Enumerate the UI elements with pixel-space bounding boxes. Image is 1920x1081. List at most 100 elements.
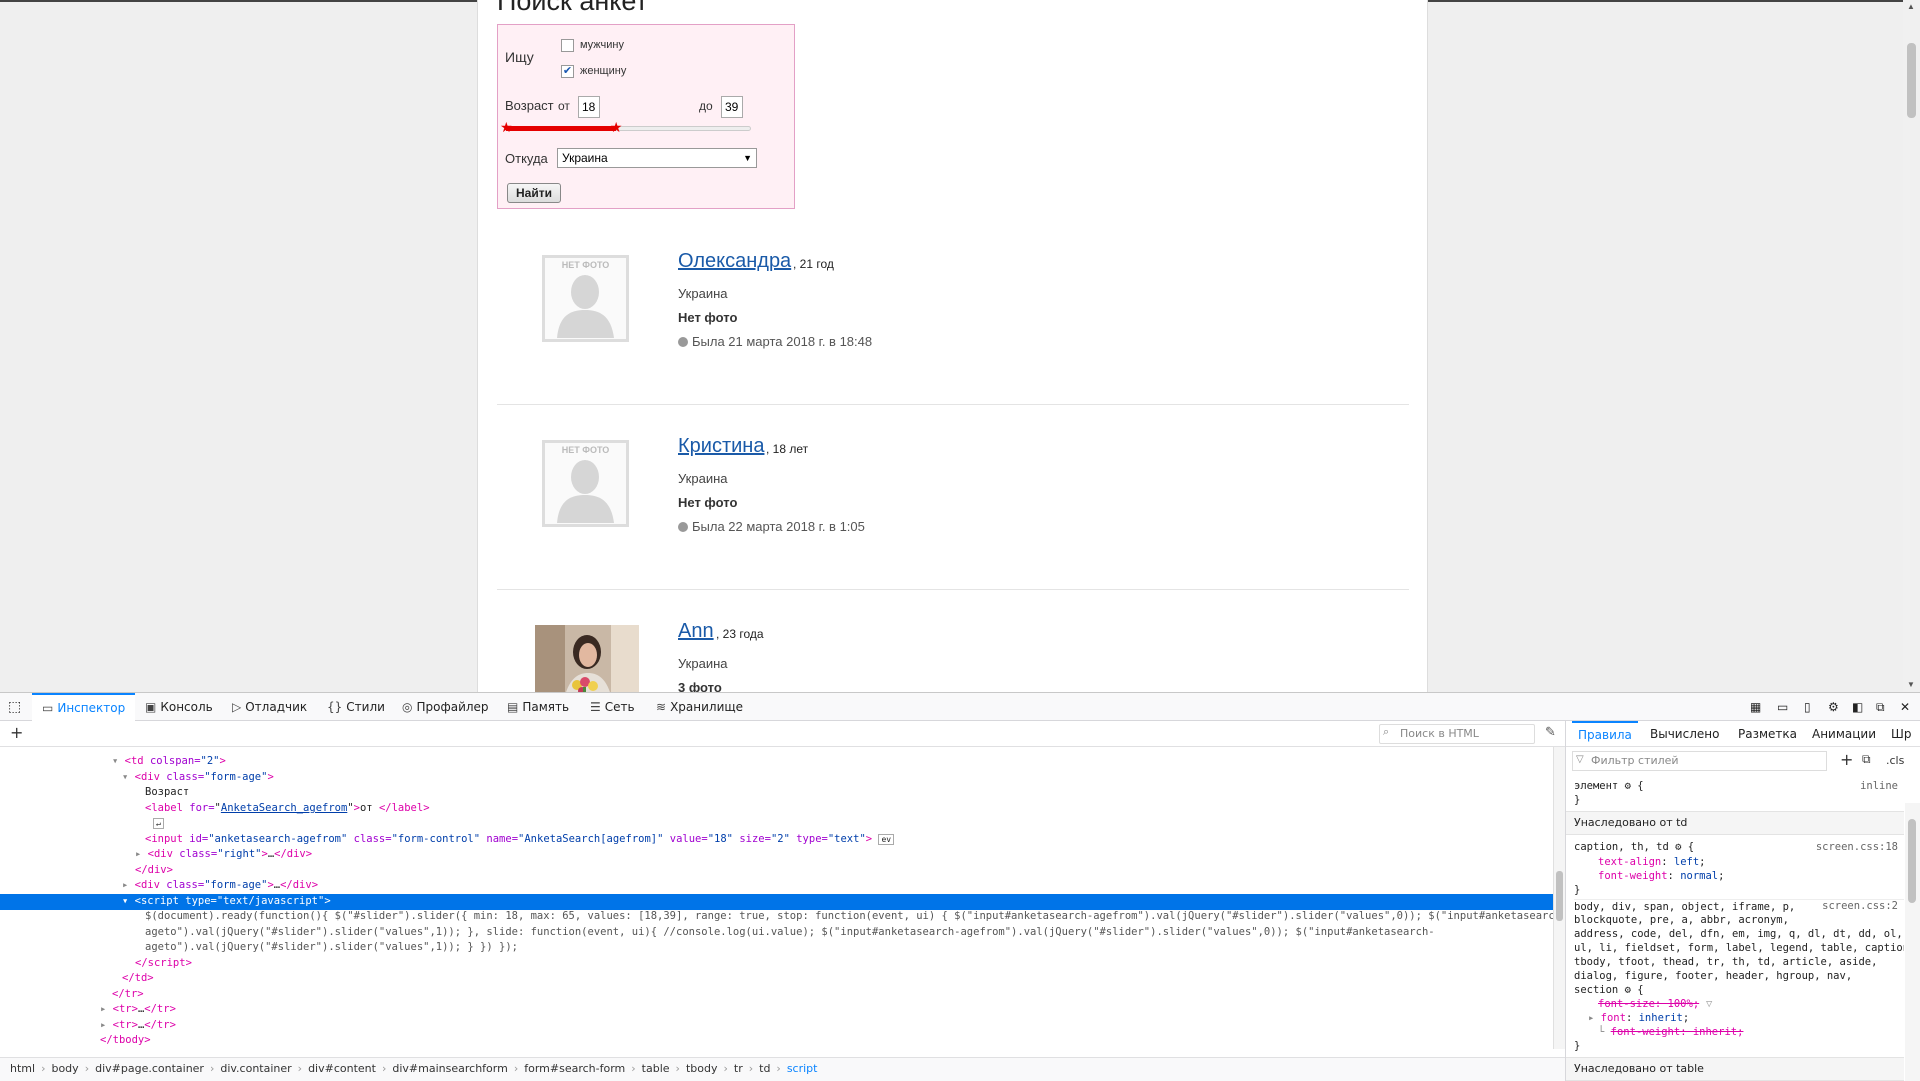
profile-name-link[interactable]: Олександра (678, 250, 791, 273)
breadcrumb-item[interactable]: tr (734, 1062, 743, 1075)
rules-scrollbar-thumb[interactable] (1908, 819, 1916, 903)
markup-line[interactable]: </div> (0, 863, 1553, 879)
markup-line[interactable]: ▸ <div class="right">…</div> (0, 847, 1553, 863)
markup-line[interactable]: </tbody> (0, 1033, 1553, 1049)
markup-line[interactable]: ▸ <tr>…</tr> (0, 1002, 1553, 1018)
age-from-input[interactable]: 18 (578, 96, 600, 118)
markup-scrollbar-thumb[interactable] (1556, 871, 1563, 921)
breadcrumb-item[interactable]: table (642, 1062, 670, 1075)
add-rule-icon[interactable]: + (1840, 750, 1853, 769)
expand-toggle-icon[interactable]: ▾ (112, 755, 118, 767)
find-button[interactable]: Найти (507, 183, 561, 203)
age-slider-handle-from[interactable]: ★ (500, 120, 513, 134)
tab-layout[interactable]: Разметка (1738, 721, 1797, 747)
markup-line[interactable]: ▾ <td colspan="2"> (0, 754, 1553, 770)
overridden-declaration[interactable]: font-size: 100%; (1598, 997, 1699, 1011)
tab-console[interactable]: ▣ Консоль (145, 693, 213, 721)
rule-declaration[interactable]: font-weight: normal; (1598, 869, 1724, 883)
country-select[interactable]: Украина ▼ (557, 148, 757, 168)
profile-country: Украина (678, 471, 728, 486)
rules-scrollbar[interactable] (1905, 803, 1920, 1081)
inherited-header: Унаследовано от table (1566, 1057, 1904, 1081)
markup-line[interactable]: ↵ (0, 816, 1553, 832)
breadcrumb-item[interactable]: tbody (686, 1062, 718, 1075)
frame-select-icon[interactable]: ▦ (1750, 693, 1761, 721)
rule-source-link[interactable]: screen.css:18 (1816, 840, 1898, 854)
tab-network[interactable]: ☰ Сеть (590, 693, 635, 721)
tab-inspector[interactable]: ▭ Инспектор (32, 693, 136, 721)
tab-memory[interactable]: ▤ Память (507, 693, 569, 721)
split-console-icon[interactable]: ▭ (1777, 693, 1788, 721)
markup-scrollbar[interactable] (1553, 747, 1565, 1049)
age-slider-handle-to[interactable]: ★ (610, 120, 623, 134)
breadcrumb-item[interactable]: html (10, 1062, 35, 1075)
markup-line[interactable]: ▾ <div class="form-age"> (0, 770, 1553, 786)
breadcrumb-item[interactable]: form#search-form (524, 1062, 625, 1075)
last-seen-text: Была 22 марта 2018 г. в 1:05 (692, 519, 865, 534)
breadcrumb-item[interactable]: div#page.container (95, 1062, 204, 1075)
expand-toggle-icon[interactable]: ▸ (135, 848, 141, 860)
breadcrumb-item[interactable]: div.container (220, 1062, 291, 1075)
tab-rules[interactable]: Правила (1572, 721, 1638, 747)
tab-storage[interactable]: ≋ Хранилище (656, 693, 743, 721)
tab-style-editor[interactable]: {} Стили (327, 693, 385, 721)
expand-toggle-icon[interactable]: ▸ (122, 879, 128, 891)
breadcrumb-item[interactable]: div#content (308, 1062, 376, 1075)
cls-toggle[interactable]: .cls (1886, 754, 1904, 767)
tab-computed[interactable]: Вычислено (1650, 721, 1719, 747)
event-badge-icon[interactable]: ev (878, 834, 895, 845)
tab-fonts[interactable]: Шр (1891, 721, 1911, 747)
html-search-input[interactable]: Поиск в HTML (1379, 724, 1535, 744)
tab-animations[interactable]: Анимации (1812, 721, 1876, 747)
eyedropper-icon[interactable]: ✎ (1545, 725, 1556, 740)
markup-line[interactable]: </script> (0, 956, 1553, 972)
markup-line[interactable]: Возраст (0, 785, 1553, 801)
tab-debugger[interactable]: ▷ Отладчик (232, 693, 307, 721)
male-checkbox[interactable] (561, 39, 574, 52)
close-devtools-icon[interactable]: ✕ (1900, 693, 1910, 721)
profile-name-link[interactable]: Кристина (678, 435, 764, 458)
markup-line[interactable]: </tr> (0, 987, 1553, 1003)
element-picker-icon[interactable]: ⬚ (8, 693, 21, 721)
expand-toggle-icon[interactable]: ▸ (100, 1003, 106, 1015)
page-scrollbar[interactable]: ▲ ▼ (1903, 0, 1920, 692)
undock-icon[interactable]: ⧉ (1876, 693, 1885, 721)
markup-line[interactable]: </td> (0, 971, 1553, 987)
page-scrollbar-thumb[interactable] (1907, 43, 1916, 118)
toggle-pseudo-class-icon[interactable]: ⧉ (1862, 752, 1871, 767)
markup-line[interactable]: <input id="anketasearch-agefrom" class="… (0, 832, 1553, 848)
breadcrumb-item[interactable]: div#mainsearchform (392, 1062, 507, 1075)
breadcrumb-item[interactable]: td (759, 1062, 770, 1075)
add-node-icon[interactable]: + (10, 723, 23, 742)
markup-line[interactable]: ▸ <tr>…</tr> (0, 1018, 1553, 1034)
age-slider[interactable]: ★ ★ (500, 120, 751, 134)
female-checkbox[interactable]: ✔ (561, 65, 574, 78)
responsive-design-icon[interactable]: ▯ (1804, 693, 1811, 721)
profile-photo[interactable] (535, 625, 639, 692)
tab-profiler[interactable]: ◎ Профайлер (402, 693, 489, 721)
rule-selector[interactable]: caption, th, td ⚙ { (1574, 840, 1694, 854)
rule-source-link[interactable]: screen.css:2 (1822, 899, 1898, 913)
markup-view[interactable]: ▾ <td colspan="2"> ▾ <div class="form-ag… (0, 747, 1553, 1049)
rule-declaration[interactable]: ▸ font: inherit; (1588, 1011, 1689, 1025)
scroll-up-icon[interactable]: ▲ (1907, 2, 1915, 11)
breadcrumb-item[interactable]: body (51, 1062, 78, 1075)
markup-line[interactable]: <label for="AnketaSearch_agefrom">от </l… (0, 801, 1553, 817)
expand-toggle-icon[interactable]: ▸ (1588, 1012, 1594, 1024)
settings-gear-icon[interactable]: ⚙ (1828, 693, 1839, 721)
age-to-input[interactable]: 39 (721, 96, 743, 118)
profile-name-link[interactable]: Ann (678, 620, 714, 643)
style-filter-input[interactable]: Фильтр стилей (1572, 751, 1827, 771)
breadcrumb-item[interactable]: script (787, 1062, 818, 1075)
dock-side-icon[interactable]: ◧ (1852, 693, 1863, 721)
rule-declaration[interactable]: text-align: left; (1598, 855, 1706, 869)
markup-line[interactable]: ▸ <div class="form-age">…</div> (0, 878, 1553, 894)
tab-label: Инспектор (57, 701, 126, 715)
attr-link[interactable]: AnketaSearch_agefrom (221, 802, 347, 814)
expand-toggle-icon[interactable]: ▾ (122, 771, 128, 783)
markup-line-selected[interactable]: ▾ <script type="text/javascript"> (0, 894, 1553, 910)
expand-toggle-icon[interactable]: ▸ (100, 1019, 106, 1031)
element-rule[interactable]: элемент ⚙ { (1574, 779, 1644, 793)
scroll-down-icon[interactable]: ▼ (1907, 680, 1915, 689)
expand-toggle-icon[interactable]: ▾ (122, 895, 128, 907)
